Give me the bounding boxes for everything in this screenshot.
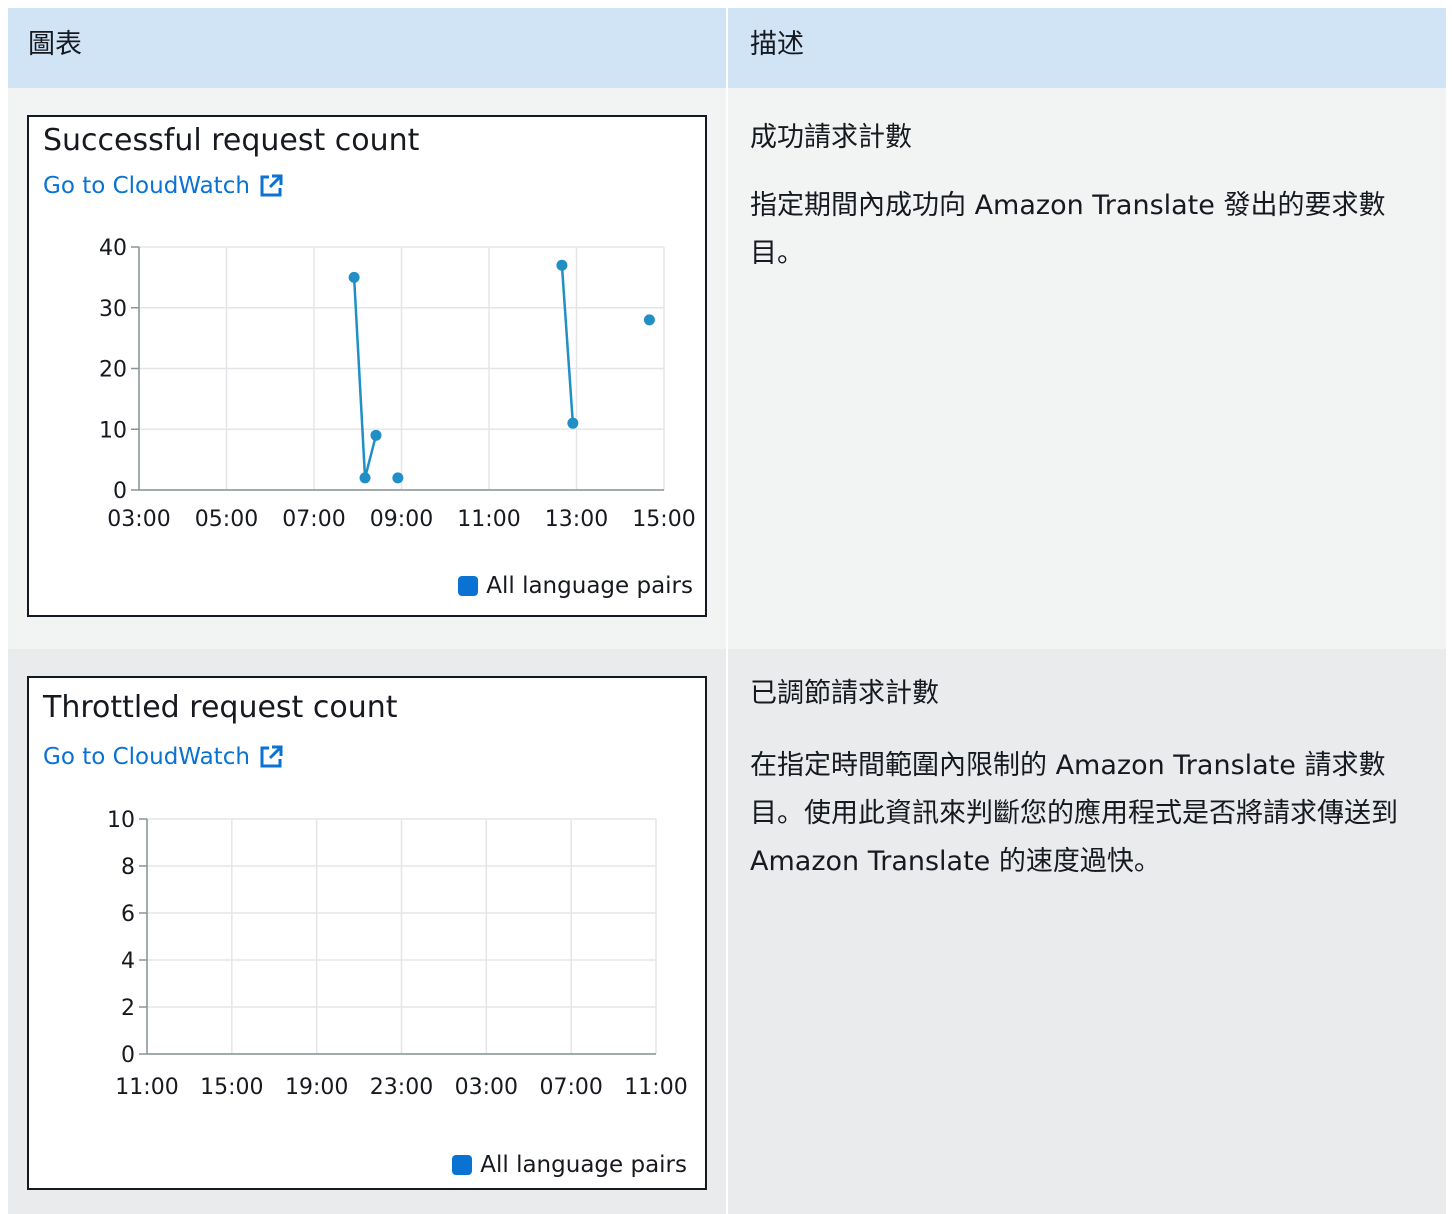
x-tick-label: 07:00 bbox=[539, 1075, 602, 1100]
y-tick-label: 0 bbox=[121, 1043, 135, 1068]
column-divider bbox=[726, 88, 728, 649]
y-tick-label: 10 bbox=[107, 808, 135, 833]
x-tick-label: 07:00 bbox=[282, 507, 345, 532]
metrics-table: 圖表 描述 Successful request count Go to Clo… bbox=[8, 8, 1446, 1214]
legend: All language pairs bbox=[452, 1152, 687, 1178]
x-tick-label: 03:00 bbox=[455, 1075, 518, 1100]
successful-request-plot: 0 10 20 30 40 03:00 05:00 07:00 09:00 11:00 13:00 1… bbox=[99, 236, 696, 532]
column-divider bbox=[726, 649, 728, 1214]
legend-swatch bbox=[458, 576, 479, 596]
data-point bbox=[348, 271, 360, 283]
data-point bbox=[556, 259, 568, 271]
y-tick-label: 8 bbox=[121, 855, 135, 880]
series-line bbox=[560, 265, 575, 424]
header-description: 描述 bbox=[750, 29, 804, 60]
y-tick-label: 30 bbox=[99, 297, 127, 322]
legend-swatch bbox=[452, 1155, 473, 1175]
legend: All language pairs bbox=[458, 573, 693, 599]
data-point bbox=[370, 429, 382, 441]
data-point bbox=[643, 314, 655, 326]
throttled-request-plot: 0 2 4 6 8 10 11:00 15:00 19:00 23:00 03:00 07:00 11:… bbox=[107, 808, 688, 1100]
x-tick-label: 15:00 bbox=[200, 1075, 263, 1100]
table-row: Throttled request count Go to CloudWatch… bbox=[8, 649, 1446, 1214]
description-title: 成功請求計數 bbox=[750, 122, 912, 153]
y-tick-label: 40 bbox=[99, 236, 127, 261]
table-header-row: 圖表 描述 bbox=[8, 8, 1446, 88]
throttled-request-chart-card: Throttled request count Go to CloudWatch… bbox=[27, 676, 707, 1190]
x-tick-label: 05:00 bbox=[195, 507, 258, 532]
description-body: 在指定時間範圍內限制的 Amazon Translate 請求數目。使用此資訊來… bbox=[750, 750, 1398, 877]
y-tick-label: 10 bbox=[99, 418, 127, 443]
header-chart: 圖表 bbox=[28, 29, 82, 60]
x-tick-label: 23:00 bbox=[370, 1075, 433, 1100]
x-tick-label: 15:00 bbox=[632, 507, 695, 532]
x-tick-label: 19:00 bbox=[285, 1075, 348, 1100]
x-tick-label: 11:00 bbox=[457, 507, 520, 532]
y-tick-label: 2 bbox=[121, 996, 135, 1021]
y-tick-label: 4 bbox=[121, 949, 135, 974]
description-title: 已調節請求計數 bbox=[750, 678, 939, 709]
data-point bbox=[359, 472, 371, 484]
data-point bbox=[567, 417, 579, 429]
successful-request-chart-card: Successful request count Go to CloudWatc… bbox=[27, 115, 707, 617]
legend-label: All language pairs bbox=[486, 573, 693, 599]
data-point bbox=[392, 472, 404, 484]
x-tick-label: 03:00 bbox=[107, 507, 170, 532]
x-tick-label: 11:00 bbox=[624, 1075, 687, 1100]
x-tick-label: 13:00 bbox=[545, 507, 608, 532]
description-body: 指定期間內成功向 Amazon Translate 發出的要求數目。 bbox=[750, 190, 1386, 269]
y-tick-label: 6 bbox=[121, 902, 135, 927]
y-tick-label: 20 bbox=[99, 358, 127, 383]
header-divider bbox=[726, 8, 728, 88]
x-tick-label: 11:00 bbox=[115, 1075, 178, 1100]
x-tick-label: 09:00 bbox=[370, 507, 433, 532]
table-row: Successful request count Go to CloudWatc… bbox=[8, 88, 1446, 649]
legend-label: All language pairs bbox=[480, 1152, 687, 1178]
y-tick-label: 0 bbox=[113, 479, 127, 504]
